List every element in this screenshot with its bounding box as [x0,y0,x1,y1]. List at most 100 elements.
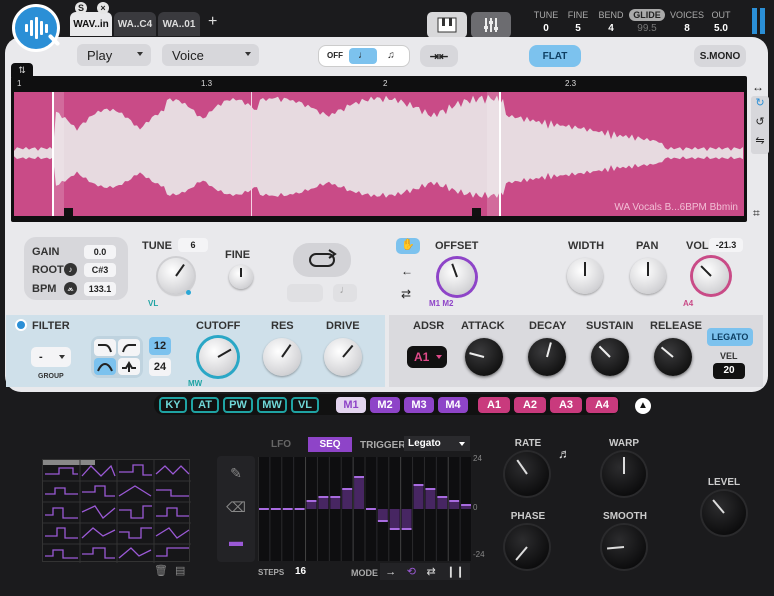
width-knob[interactable] [567,258,603,294]
glide-header-value[interactable]: 99.5 [629,23,665,34]
waveform-display[interactable]: 1 1.3 2 2.3 WA Vocals B...6BPM Bbmin [11,76,747,222]
tune-value[interactable]: 6 [178,238,208,252]
eraser-icon[interactable]: ⌫ [217,490,255,524]
fade-out-handle[interactable] [472,208,481,216]
mod-source-ky[interactable]: KY [159,397,187,413]
mode-pause-icon[interactable]: ❙❙ [446,565,464,578]
bpm-value[interactable]: 133.1 [84,282,116,296]
bend-header-value[interactable]: 4 [595,23,627,34]
smooth-knob[interactable] [602,525,646,569]
close-tab-icon[interactable]: × [97,2,109,14]
loop-pingpong-icon[interactable]: ↺ [751,115,769,134]
res-knob[interactable] [263,338,301,376]
mod-source-m3[interactable]: M3 [404,397,434,413]
glide-toggle[interactable]: GLIDE [629,9,665,21]
mod-source-a3[interactable]: A3 [550,397,582,413]
sync-off-button[interactable]: OFF [321,48,349,64]
trash-icon[interactable]: 🗑 [154,564,168,577]
root-value[interactable]: C#3 [84,263,116,277]
adsr-target-dropdown[interactable]: A1 [407,346,447,368]
tune-header-value[interactable]: 0 [528,23,564,34]
slope-12-button[interactable]: 12 [149,337,171,355]
sustain-knob[interactable] [591,338,629,376]
expand-icon[interactable]: ↔ [752,80,764,94]
loop-button[interactable] [293,243,351,277]
detect-tempo-icon[interactable]: ⩕ [64,282,77,295]
keyboard-view-button[interactable] [427,12,467,38]
steps-value[interactable]: 16 [295,566,306,577]
arrow-left-icon[interactable]: ← [401,264,413,278]
pan-knob[interactable] [630,258,666,294]
decay-knob[interactable] [528,338,566,376]
slope-24-button[interactable]: 24 [149,358,171,376]
attack-knob[interactable] [465,338,503,376]
pencil-icon[interactable]: ✎ [217,456,255,490]
mod-source-a1[interactable]: A1 [478,397,510,413]
mod-source-m1[interactable]: M1 [336,397,366,413]
offset-knob[interactable] [439,259,475,295]
fade-in-handle[interactable] [64,208,73,216]
tab-sample-3[interactable]: WA..01 [158,12,200,36]
tune-knob[interactable] [158,258,194,294]
drag-mode-button[interactable]: ✋ [396,238,420,254]
note-sync-button[interactable]: ♩ [349,48,377,64]
play-mode-dropdown[interactable]: Play [77,44,151,66]
mode-pingpong-icon[interactable]: ⇄ [427,565,436,578]
phase-knob[interactable] [505,525,549,569]
fine-knob[interactable] [229,265,253,289]
vol-value[interactable]: -21.3 [709,238,743,252]
gain-value[interactable]: 0.0 [84,245,116,259]
warp-markers-button[interactable]: ⇥⇤ [420,45,458,67]
mod-source-mw[interactable]: MW [257,397,287,413]
save-icon[interactable]: ▤ [175,564,185,577]
step-sequencer[interactable] [257,457,473,561]
notch-button[interactable] [118,358,140,375]
mode-loop-icon[interactable]: ⟲ [407,565,416,578]
mod-source-pw[interactable]: PW [223,397,253,413]
trigger-dropdown[interactable]: Legato [404,436,470,451]
mod-source-m4[interactable]: M4 [438,397,468,413]
mod-source-a4[interactable]: A4 [586,397,618,413]
fine-header-value[interactable]: 5 [563,23,593,34]
voice-mode-dropdown[interactable]: Voice [162,44,259,66]
level-knob[interactable] [702,491,746,535]
filter-power-toggle[interactable] [15,319,27,331]
reverse-toggle[interactable]: ⇅ [11,63,33,77]
vol-knob[interactable] [693,258,729,294]
release-knob[interactable] [654,338,692,376]
mod-source-at[interactable]: AT [191,397,219,413]
collapse-up-icon[interactable]: ▲ [635,398,651,414]
mod-source-vl[interactable]: VL [291,397,319,413]
note-clock-sync-button[interactable]: ♫ [377,48,405,64]
mode-forward-icon[interactable]: → [385,566,396,578]
stereo-mono-button[interactable]: S.MONO [694,45,746,67]
flat-button[interactable]: FLAT [529,45,581,67]
lfo-preset-grid[interactable] [42,459,191,563]
highpass-button[interactable] [118,339,140,356]
folder-icon[interactable]: ▬ [217,524,255,558]
vel-value[interactable]: 20 [713,363,745,379]
filter-group-dropdown[interactable]: - [31,347,71,367]
loop-option-button[interactable] [287,284,323,302]
crop-icon[interactable]: ⌗ [753,206,760,221]
bandpass-button[interactable] [94,358,116,375]
mod-source-m2[interactable]: M2 [370,397,400,413]
rate-knob[interactable] [505,452,549,496]
swap-arrows-icon[interactable]: ⇄ [401,287,411,301]
note-option-button[interactable]: ♩ [333,284,357,302]
tab-sample-2[interactable]: WA..C4 [114,12,156,36]
loop-reverse-icon[interactable]: ⇋ [751,134,769,153]
out-header-value[interactable]: 5.0 [706,23,736,34]
mod-source-a2[interactable]: A2 [514,397,546,413]
solo-badge[interactable]: S [75,2,87,14]
cutoff-knob[interactable] [199,338,237,376]
detect-pitch-icon[interactable]: ♪ [64,263,77,276]
mixer-view-button[interactable] [471,12,511,38]
tab-sample-1[interactable]: WAV..in [70,12,112,36]
lowpass-button[interactable] [94,339,116,356]
sync-note-icon[interactable]: ♬ [558,446,571,461]
drive-knob[interactable] [324,338,362,376]
warp-knob[interactable] [602,452,646,496]
loop-forward-icon[interactable]: ↻ [751,96,769,115]
voices-header-value[interactable]: 8 [668,23,706,34]
